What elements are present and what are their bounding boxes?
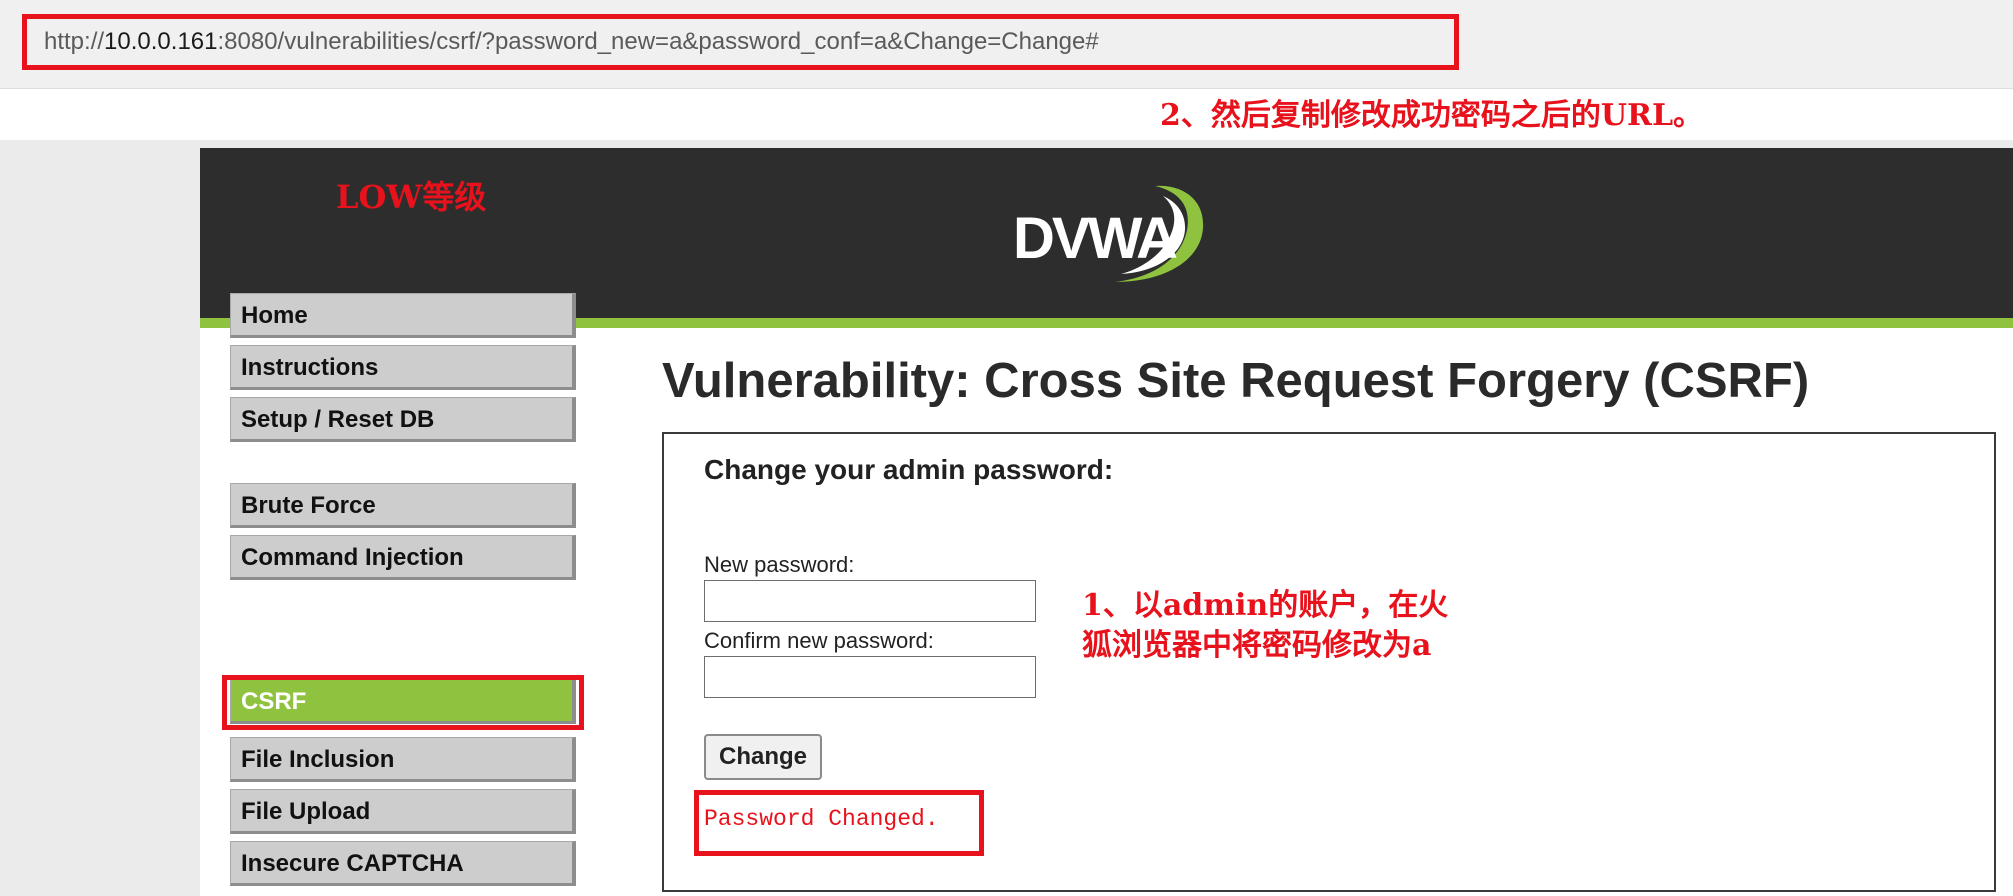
change-button[interactable]: Change <box>704 734 822 780</box>
menu-item-brute-force[interactable]: Brute Force <box>230 483 576 528</box>
new-password-input[interactable] <box>704 580 1036 622</box>
menu-item-insecure-captcha[interactable]: Insecure CAPTCHA <box>230 841 576 886</box>
browser-address-bar: http://10.0.0.161:8080/vulnerabilities/c… <box>0 0 2013 89</box>
menu-item-label: File Inclusion <box>241 746 395 773</box>
menu-item-label: Home <box>241 302 308 329</box>
menu-item-home[interactable]: Home <box>230 293 576 338</box>
page-title: Vulnerability: Cross Site Request Forger… <box>662 354 1810 408</box>
url-highlight-box <box>22 14 1459 70</box>
confirm-password-input[interactable] <box>704 656 1036 698</box>
result-highlight-box <box>694 790 984 856</box>
menu-item-label: File Upload <box>241 798 371 825</box>
menu-item-setup-reset-db[interactable]: Setup / Reset DB <box>230 397 576 442</box>
menu-item-file-inclusion[interactable]: File Inclusion <box>230 737 576 782</box>
menu-item-label: Command Injection <box>241 544 464 571</box>
menu-item-label: Instructions <box>241 354 379 381</box>
level-annotation: LOW等级 <box>336 178 487 216</box>
form-heading: Change your admin password: <box>704 454 1114 485</box>
confirm-password-label: Confirm new password: <box>704 628 934 653</box>
menu-item-label: Brute Force <box>241 492 376 519</box>
csrf-highlight-box <box>222 675 584 730</box>
menu-item-label: Setup / Reset DB <box>241 406 435 433</box>
step1-annotation: 1、以admin的账户，在火 狐浏览器中将密码修改为a <box>1082 586 1448 666</box>
step1-line2: 狐浏览器中将密码修改为a <box>1082 628 1432 663</box>
menu-item-label: Insecure CAPTCHA <box>241 850 464 877</box>
menu-item-file-upload[interactable]: File Upload <box>230 789 576 834</box>
dvwa-logo: DVWA <box>1013 185 1204 282</box>
menu-item-instructions[interactable]: Instructions <box>230 345 576 390</box>
menu-item-command-injection[interactable]: Command Injection <box>230 535 576 580</box>
step2-annotation: 2、然后复制修改成功密码之后的URL。 <box>1160 98 1704 133</box>
step1-line1: 1、以admin的账户，在火 <box>1082 588 1449 623</box>
new-password-label: New password: <box>704 552 855 577</box>
change-password-panel: Change your admin password: New password… <box>662 432 1996 892</box>
dvwa-page: LOW等级 DVWA Home Instructions Setup / Res… <box>200 148 2013 896</box>
dvwa-logo-text: DVWA <box>1013 206 1177 271</box>
